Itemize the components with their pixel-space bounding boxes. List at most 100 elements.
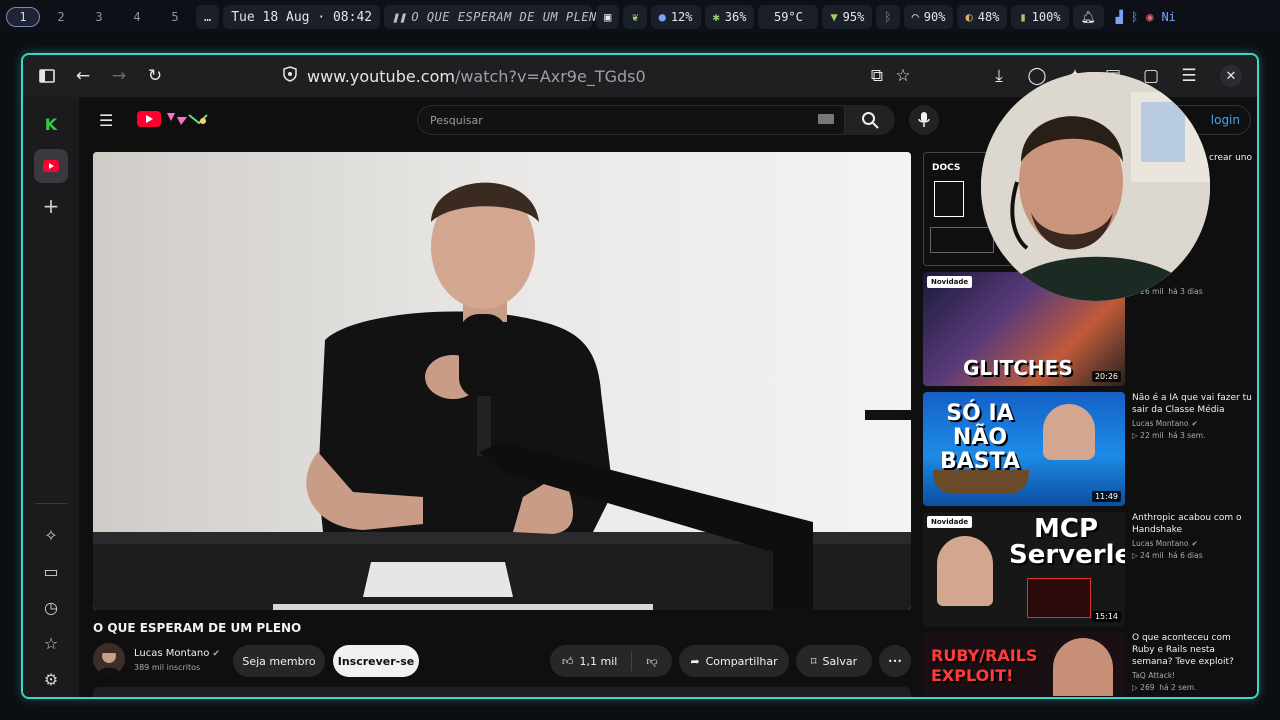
- keyboard-icon[interactable]: [818, 114, 834, 124]
- join-member-button[interactable]: Seja membro: [233, 645, 325, 677]
- bluetooth-tray-icon[interactable]: ᛒ: [1131, 10, 1138, 24]
- leaf-widget[interactable]: ❦: [623, 5, 647, 29]
- boat-graphic: [933, 470, 1029, 494]
- recommendation-item[interactable]: RUBY/RAILS EXPLOIT! O que aconteceu com …: [923, 632, 1253, 696]
- recommendation-thumbnail: RUBY/RAILS EXPLOIT!: [923, 632, 1125, 696]
- documents-icon: [934, 181, 964, 217]
- search-button[interactable]: [845, 105, 895, 135]
- memory-widget[interactable]: ✱ 36%: [704, 5, 755, 29]
- chrome-icon[interactable]: ◉: [1146, 10, 1153, 24]
- new-badge: Novidade: [927, 276, 973, 288]
- save-label: Salvar: [822, 654, 858, 668]
- workspace-5[interactable]: 5: [158, 7, 192, 27]
- url-field[interactable]: www.youtube.com/watch?v=Axr9e_TGds0: [277, 61, 913, 91]
- reload-icon[interactable]: ↻: [137, 55, 173, 97]
- close-icon[interactable]: ✕: [1213, 55, 1249, 97]
- wifi-icon: ▼: [830, 10, 838, 24]
- forward-icon[interactable]: →: [101, 55, 137, 97]
- youtube-tab-icon[interactable]: [34, 149, 68, 183]
- thumbs-down-icon[interactable]: 👎︎: [646, 655, 657, 668]
- synced-devices-icon[interactable]: ▭: [34, 554, 68, 588]
- search-icon: [862, 112, 879, 129]
- new-badge: Novidade: [927, 516, 973, 528]
- workspace-1[interactable]: 1: [6, 7, 40, 27]
- headset-widget[interactable]: ◠ 90%: [903, 5, 954, 29]
- youtube-logo-icon[interactable]: [137, 109, 213, 133]
- like-count[interactable]: 1,1 mil: [580, 655, 618, 668]
- media-title: O QUE ESPERAM DE UM PLENO: [411, 10, 605, 24]
- recommendation-channel: TaQ Attack!: [1132, 671, 1252, 680]
- thumbnail-text: SÓ IA NÃO BASTA: [940, 401, 1020, 474]
- more-actions-button[interactable]: •••: [879, 645, 911, 677]
- notification-widget[interactable]: 🔔︎: [1072, 5, 1104, 29]
- settings-gear-icon[interactable]: ⚙: [34, 662, 68, 696]
- battery-widget[interactable]: ▮ 100%: [1011, 5, 1069, 29]
- recommendation-views: 24 mil: [1140, 551, 1164, 560]
- brightness-widget[interactable]: ◐ 48%: [957, 5, 1008, 29]
- cpu-widget[interactable]: ● 12%: [650, 5, 701, 29]
- workspace-2[interactable]: 2: [44, 7, 78, 27]
- recommendation-views: 22 mil: [1140, 431, 1164, 440]
- menu-icon[interactable]: ☰: [1171, 55, 1207, 97]
- clock[interactable]: Tue 18 Aug · 08:42: [223, 5, 381, 29]
- recommendation-meta: ▷ 22 mil há 3 sem.: [1132, 431, 1252, 440]
- media-widget[interactable]: ❚❚ O QUE ESPERAM DE UM PLENO: [384, 5, 604, 29]
- search-input[interactable]: Pesquisar: [417, 105, 845, 135]
- recommendation-channel-name: Lucas Montano: [1132, 419, 1189, 428]
- share-button[interactable]: ➦ Compartilhar: [679, 645, 789, 677]
- voice-search-button[interactable]: [909, 105, 939, 135]
- workspace-overflow[interactable]: …: [196, 5, 220, 29]
- wifi-widget[interactable]: ▼ 95%: [822, 5, 873, 29]
- recommendation-channel-name: TaQ Attack!: [1132, 671, 1176, 680]
- screen-icon: ▣: [604, 10, 612, 24]
- recommendation-thumbnail: Novidade MCP Serverless 15:14: [923, 512, 1125, 626]
- channel-name[interactable]: Lucas Montano ✔: [134, 648, 220, 659]
- shield-icon: [283, 66, 297, 86]
- thumbs-up-icon[interactable]: 👍︎: [562, 655, 574, 668]
- channel-subscribers: 389 mil inscritos: [134, 663, 201, 672]
- back-icon[interactable]: ←: [65, 55, 101, 97]
- webcam-image: [981, 72, 1210, 301]
- kagi-k-icon[interactable]: K: [34, 107, 68, 141]
- like-dislike-group: 👍︎ 1,1 mil 👎︎: [550, 645, 672, 677]
- system-bar: 1 2 3 4 5 … Tue 18 Aug · 08:42 ❚❚ O QUE …: [0, 0, 1280, 34]
- verified-check-icon: ✔: [1191, 419, 1198, 428]
- video-player[interactable]: [93, 152, 911, 610]
- bluetooth-widget[interactable]: ᛒ: [876, 5, 900, 29]
- sidebar-toggle-icon[interactable]: [29, 55, 65, 97]
- recommendation-age: há 3 dias: [1168, 287, 1203, 296]
- trending-icon: ▷: [1132, 551, 1138, 560]
- subscribe-button[interactable]: Inscrever-se: [333, 645, 419, 677]
- workspace-3[interactable]: 3: [82, 7, 116, 27]
- recommendation-item[interactable]: SÓ IA NÃO BASTA 11:49 Não é a IA que vai…: [923, 392, 1253, 506]
- hamburger-menu-icon[interactable]: ☰: [99, 111, 113, 130]
- bookmark-star-icon[interactable]: ☆: [885, 55, 921, 97]
- workspace-4[interactable]: 4: [120, 7, 154, 27]
- thumbnail-text: GLITCHES: [963, 356, 1073, 380]
- headset-value: 90%: [923, 10, 946, 24]
- bookmarks-star-icon[interactable]: ☆: [34, 626, 68, 660]
- share-label: Compartilhar: [705, 654, 778, 668]
- temperature-widget[interactable]: 59°C: [758, 5, 819, 29]
- user-tag[interactable]: Ni: [1161, 10, 1175, 24]
- channel-avatar[interactable]: [93, 643, 125, 675]
- recommendation-info: O que aconteceu com Ruby e Rails nesta s…: [1132, 632, 1252, 692]
- screen-share-indicator[interactable]: ▣: [596, 5, 620, 29]
- download-icon[interactable]: ⤓: [981, 55, 1017, 97]
- recommendation-title: Não é a IA que vai fazer tu sair da Clas…: [1132, 393, 1252, 415]
- video-title: O QUE ESPERAM DE UM PLENO: [93, 621, 302, 635]
- video-frame-image: [93, 152, 911, 610]
- ai-sparkle-icon[interactable]: ✧: [34, 518, 68, 552]
- bluetooth-icon: ᛒ: [884, 10, 892, 24]
- description-box[interactable]: [93, 687, 911, 697]
- join-member-label: Seja membro: [242, 654, 316, 668]
- brightness-icon: ◐: [965, 10, 973, 24]
- url-path: /watch?v=Axr9e_TGds0: [454, 66, 646, 86]
- recommendation-item[interactable]: Novidade MCP Serverless 15:14 Anthropic …: [923, 512, 1253, 626]
- new-tab-plus-icon[interactable]: +: [34, 189, 68, 223]
- signal-icon[interactable]: ▟: [1116, 10, 1123, 24]
- save-button[interactable]: ⌑ Salvar: [796, 645, 872, 677]
- webcam-overlay[interactable]: [981, 72, 1210, 301]
- history-clock-icon[interactable]: ◷: [34, 590, 68, 624]
- verified-check-icon: ✔: [1191, 539, 1198, 548]
